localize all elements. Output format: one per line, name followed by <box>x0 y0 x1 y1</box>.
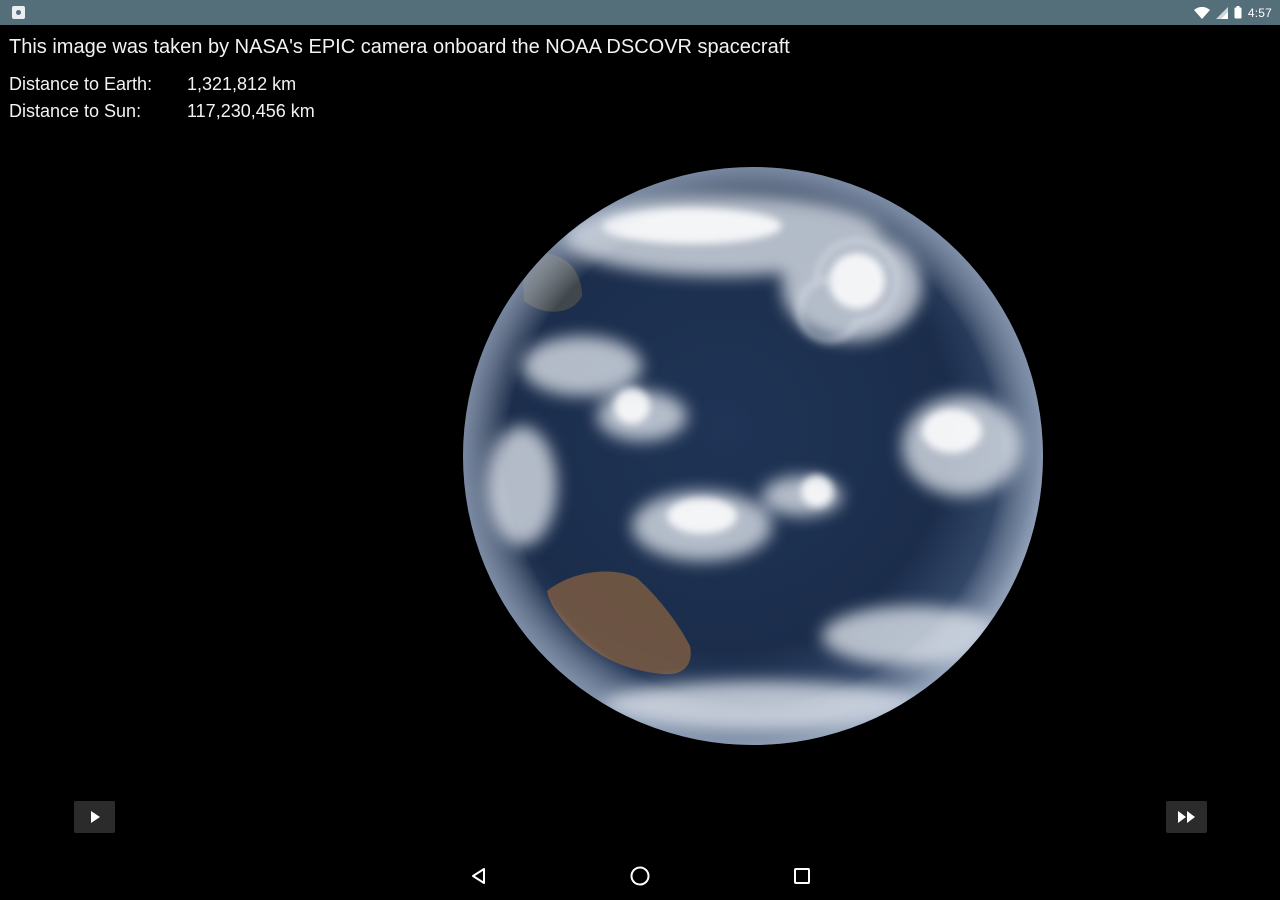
play-button[interactable] <box>74 801 115 833</box>
home-icon <box>630 866 650 886</box>
home-button[interactable] <box>628 864 652 888</box>
status-time: 4:57 <box>1247 5 1272 20</box>
navigation-bar <box>0 852 1280 900</box>
distance-to-sun-row: Distance to Sun: 117,230,456 km <box>9 101 315 122</box>
signal-icon <box>1215 6 1228 19</box>
back-icon <box>472 868 485 884</box>
distance-to-earth-label: Distance to Earth: <box>9 74 153 94</box>
app-notification-icon <box>12 6 25 19</box>
distance-to-earth-row: Distance to Earth: 1,321,812 km <box>9 74 296 95</box>
battery-icon <box>1234 6 1242 19</box>
distance-to-earth-value: 1,321,812 km <box>187 74 297 94</box>
recents-button[interactable] <box>790 864 814 888</box>
fast-forward-button[interactable] <box>1166 801 1207 833</box>
distance-to-sun-label: Distance to Sun: <box>9 101 142 121</box>
status-bar: 4:57 <box>0 0 1280 25</box>
earth-image <box>462 166 1044 746</box>
status-icons: 4:57 <box>1193 0 1272 25</box>
back-button[interactable] <box>467 864 491 888</box>
play-icon <box>90 811 100 823</box>
app-screen: 4:57 This image was taken by NASA's EPIC… <box>0 0 1280 900</box>
wifi-icon <box>1193 6 1210 19</box>
fast-forward-icon <box>1177 811 1195 823</box>
distance-to-sun-value: 117,230,456 km <box>187 101 315 121</box>
recents-icon <box>794 868 810 884</box>
image-caption: This image was taken by NASA's EPIC came… <box>9 36 790 58</box>
